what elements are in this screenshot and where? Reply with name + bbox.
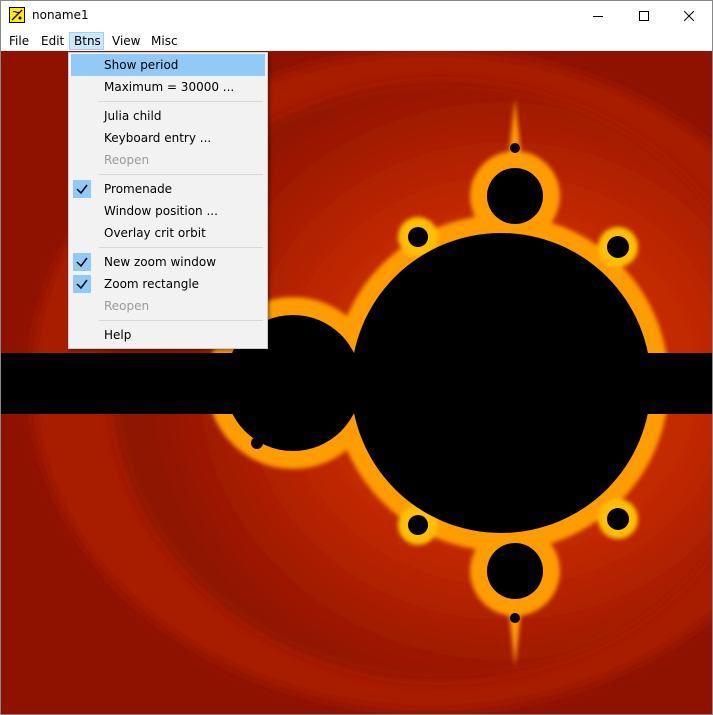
menu-item-overlay-crit-orbit[interactable]: Overlay crit orbit <box>71 222 265 244</box>
close-icon <box>684 11 694 21</box>
app-icon <box>9 7 25 23</box>
minimize-button[interactable] <box>575 1 621 31</box>
close-button[interactable] <box>666 1 712 31</box>
menu-separator <box>99 320 263 321</box>
menu-item-reopen: Reopen <box>104 153 150 167</box>
menu-item-promenade[interactable]: Promenade <box>71 178 265 200</box>
maximize-icon <box>639 11 649 21</box>
menu-separator <box>99 247 263 248</box>
checkmark-icon <box>73 180 91 198</box>
menu-item-julia-child[interactable]: Julia child <box>71 105 265 127</box>
menu-item-new-zoom-window[interactable]: New zoom window <box>71 251 265 273</box>
title-bar[interactable]: noname1 <box>1 1 712 31</box>
menu-item-reopen-zoom: Reopen <box>104 299 150 313</box>
menu-separator <box>99 101 263 102</box>
menu-btns[interactable]: Btns <box>69 32 104 50</box>
application-window: noname1 File Edit Btns View Misc Show pe… <box>0 0 713 715</box>
checkmark-icon <box>73 275 91 293</box>
menu-file[interactable]: File <box>5 32 33 50</box>
menu-item-help[interactable]: Help <box>71 324 265 346</box>
menu-item-zoom-rectangle[interactable]: Zoom rectangle <box>71 273 265 295</box>
maximize-button[interactable] <box>621 1 667 31</box>
menu-item-window-position[interactable]: Window position ... <box>71 200 265 222</box>
menu-misc[interactable]: Misc <box>147 32 182 50</box>
checkmark-icon <box>73 253 91 271</box>
menu-item-show-period[interactable]: Show period <box>71 54 265 76</box>
minimize-icon <box>593 16 603 17</box>
menu-bar: File Edit Btns View Misc <box>1 31 712 51</box>
window-title: noname1 <box>32 8 89 22</box>
menu-separator <box>99 174 263 175</box>
menu-item-keyboard-entry[interactable]: Keyboard entry ... <box>71 127 265 149</box>
menu-edit[interactable]: Edit <box>37 32 68 50</box>
btns-menu-dropdown: Show period Maximum = 30000 ... Julia ch… <box>68 52 268 349</box>
menu-item-maximum[interactable]: Maximum = 30000 ... <box>71 76 265 98</box>
menu-view[interactable]: View <box>108 32 144 50</box>
